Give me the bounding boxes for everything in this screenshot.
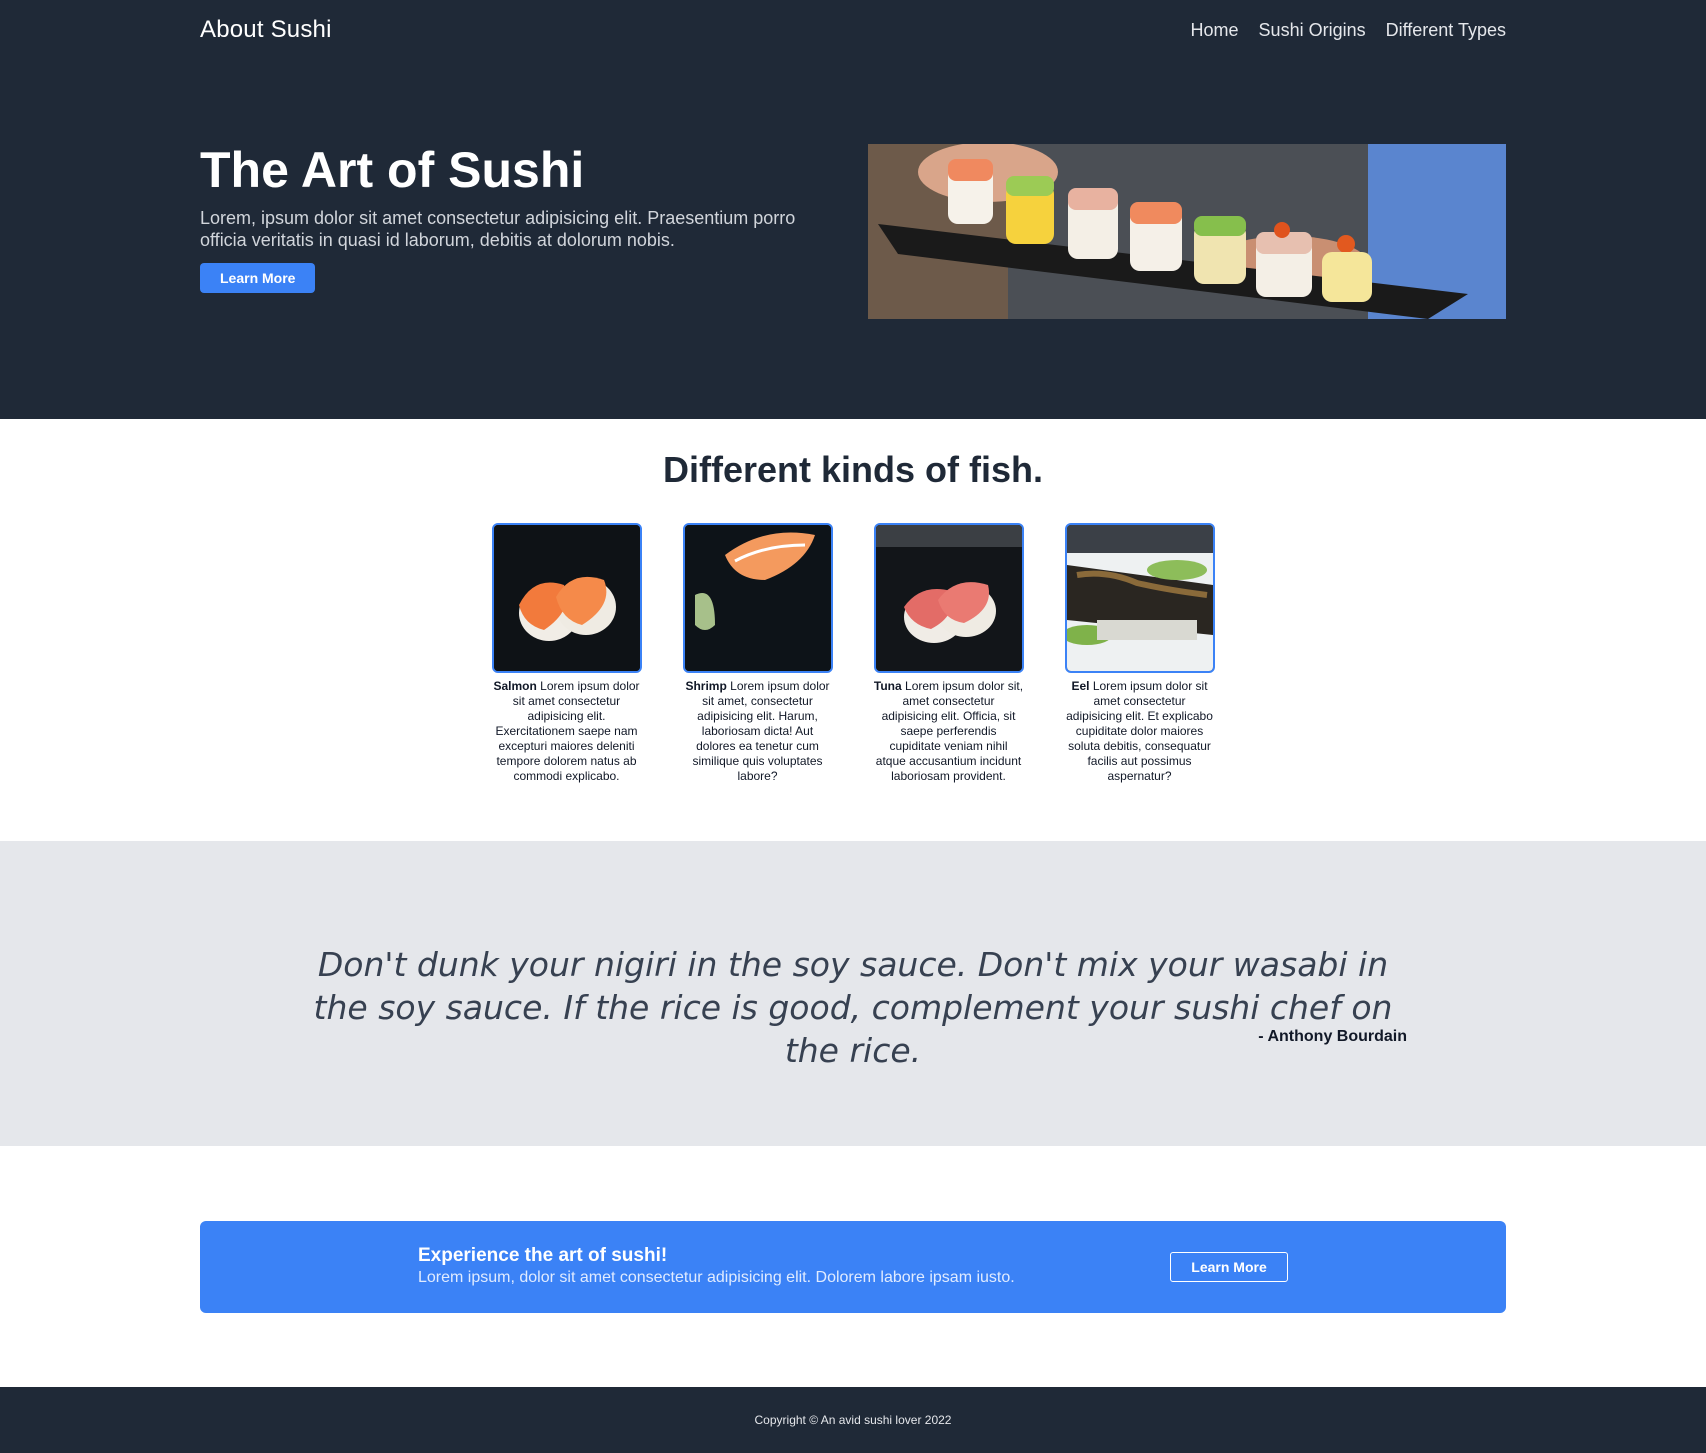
sushi-platter-illustration [868,144,1506,319]
brand-link[interactable]: About Sushi [200,16,332,44]
eel-sushi-image [1064,523,1215,673]
cta-section: Experience the art of sushi! Lorem ipsum… [0,1146,1706,1387]
salmon-illustration [493,525,640,671]
shrimp-nigiri-image [682,523,833,673]
shrimp-illustration [684,525,831,671]
quote-section: Don't dunk your nigiri in the soy sauce.… [0,841,1706,1146]
fish-description: Lorem ipsum dolor sit amet, consectetur … [692,679,830,783]
fish-card-text: Tuna Lorem ipsum dolor sit, amet consect… [874,679,1024,784]
fish-name: Shrimp [685,679,727,693]
nav-links: Home Sushi Origins Different Types [1191,20,1506,41]
hero-learn-more-button[interactable]: Learn More [200,262,316,293]
eel-illustration [1066,525,1213,671]
fish-description: Lorem ipsum dolor sit amet consectetur a… [1066,679,1213,783]
hero-subtitle: Lorem, ipsum dolor sit amet consectetur … [200,207,796,250]
tuna-nigiri-image [873,523,1024,673]
quote-author: - Anthony Bourdain [1258,1028,1407,1045]
fish-card-text: Shrimp Lorem ipsum dolor sit amet, conse… [683,679,833,784]
hero-body: The Art of Sushi Lorem, ipsum dolor sit … [200,144,1506,319]
hero-section: About Sushi Home Sushi Origins Different… [0,0,1706,419]
fish-description: Lorem ipsum dolor sit amet consectetur a… [495,679,640,783]
fish-section-title: Different kinds of fish. [662,449,1044,490]
cta-learn-more-button[interactable]: Learn More [1170,1252,1288,1282]
fish-name: Tuna [873,679,902,693]
top-nav: About Sushi Home Sushi Origins Different… [200,0,1506,60]
tuna-illustration [875,525,1022,671]
footer: Copyright © An avid sushi lover 2022 [0,1387,1706,1453]
cta-title: Experience the art of sushi! [418,1245,668,1266]
fish-name: Salmon [493,679,537,693]
cta-banner: Experience the art of sushi! Lorem ipsum… [200,1221,1506,1313]
nav-link-sushi-origins[interactable]: Sushi Origins [1259,20,1366,41]
nav-link-different-types[interactable]: Different Types [1386,20,1506,41]
fish-name: Eel [1071,679,1090,693]
hero-title: The Art of Sushi [200,142,585,198]
fish-description: Lorem ipsum dolor sit, amet consectetur … [875,679,1024,783]
fish-card-text: Salmon Lorem ipsum dolor sit amet consec… [492,679,642,784]
fish-card-text: Eel Lorem ipsum dolor sit amet consectet… [1065,679,1215,784]
fish-section: Different kinds of fish. Salmon Lorem ip… [0,419,1706,841]
fish-card-tuna: Tuna Lorem ipsum dolor sit, amet consect… [873,523,1024,784]
fish-card-shrimp: Shrimp Lorem ipsum dolor sit amet, conse… [682,523,833,784]
footer-copyright: Copyright © An avid sushi lover 2022 [754,1413,952,1427]
hero-text: The Art of Sushi Lorem, ipsum dolor sit … [200,144,810,319]
quote-text: Don't dunk your nigiri in the soy sauce.… [313,945,1393,1070]
salmon-nigiri-image [491,523,642,673]
fish-cards: Salmon Lorem ipsum dolor sit amet consec… [0,523,1706,784]
fish-card-eel: Eel Lorem ipsum dolor sit amet consectet… [1064,523,1215,784]
hero-sushi-platter-image [868,144,1506,319]
cta-subtitle: Lorem ipsum, dolor sit amet consectetur … [418,1269,1015,1286]
nav-link-home[interactable]: Home [1191,20,1239,41]
fish-card-salmon: Salmon Lorem ipsum dolor sit amet consec… [491,523,642,784]
